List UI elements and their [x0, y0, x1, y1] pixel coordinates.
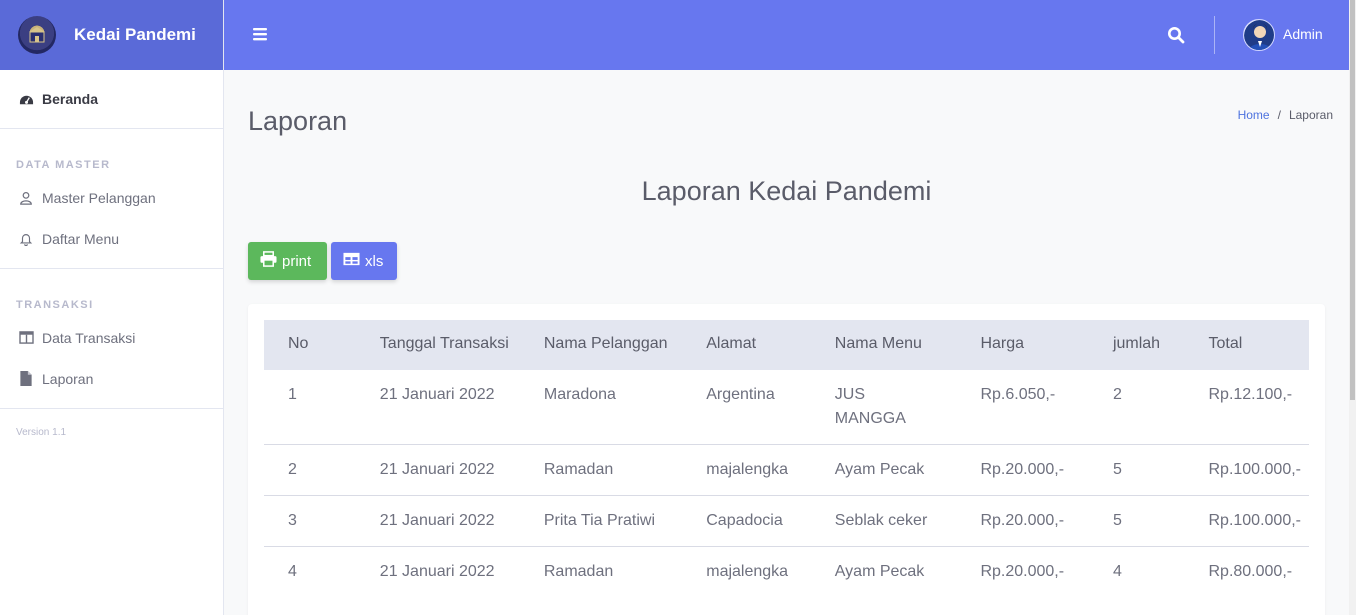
- table-cell: Rp.20.000,-: [956, 546, 1089, 597]
- nav-heading-transaksi: TRANSAKSI: [16, 299, 94, 311]
- column-header: jumlah: [1112, 335, 1161, 352]
- column-header: Alamat: [706, 335, 757, 352]
- user-icon: [18, 190, 34, 206]
- table-cell: Ramadan: [519, 444, 683, 496]
- breadcrumb: Home / Laporan: [1238, 108, 1333, 122]
- sidebar-item-label: Master Pelanggan: [42, 189, 156, 206]
- table-cell: 21 Januari 2022: [355, 495, 520, 547]
- table-cell: majalengka: [682, 444, 811, 496]
- version-label: Version 1.1: [16, 427, 67, 438]
- table-cell: Rp.6.050,-: [980, 386, 1056, 403]
- table-cell: Capadocia: [682, 495, 811, 547]
- column-header: Total: [1208, 335, 1243, 352]
- sidebar-item-beranda[interactable]: Beranda: [0, 70, 223, 128]
- table-cell: JUS MANGGA: [834, 386, 906, 427]
- table-cell: 4: [264, 546, 356, 597]
- hamburger-menu-icon[interactable]: [252, 26, 268, 47]
- table-icon: [18, 330, 34, 346]
- brand-name: Kedai Pandemi: [74, 25, 196, 44]
- breadcrumb-home-link[interactable]: Home: [1238, 108, 1270, 122]
- report-card: No Tanggal Transaksi Nama Pelanggan Alam…: [248, 304, 1325, 615]
- table-icon: [343, 252, 360, 270]
- table-cell: Rp.20.000,-: [956, 495, 1089, 547]
- sidebar-item-master-pelanggan[interactable]: Master Pelanggan: [0, 177, 223, 218]
- page-title: Laporan: [248, 106, 348, 136]
- table-cell: Ayam Pecak: [810, 444, 957, 496]
- user-name[interactable]: Admin: [1283, 26, 1323, 42]
- report-table: No Tanggal Transaksi Nama Pelanggan Alam…: [264, 320, 1309, 597]
- table-cell: 2: [1112, 386, 1122, 403]
- sidebar-item-laporan[interactable]: Laporan: [0, 358, 223, 399]
- column-header: Tanggal Transaksi: [379, 335, 509, 352]
- table-cell: Prita Tia Pratiwi: [519, 495, 683, 547]
- table-cell: Ramadan: [519, 546, 683, 597]
- xls-button-label: xls: [365, 252, 384, 270]
- file-icon: [18, 371, 34, 387]
- search-icon[interactable]: [1167, 26, 1185, 49]
- sidebar-item-data-transaksi[interactable]: Data Transaksi: [0, 317, 223, 358]
- column-header: Nama Pelanggan: [543, 335, 668, 352]
- table-cell: 21 Januari 2022: [355, 546, 520, 597]
- table-cell: Argentina: [706, 386, 775, 403]
- sidebar-item-daftar-menu[interactable]: Daftar Menu: [0, 218, 223, 259]
- table-cell: Ayam Pecak: [810, 546, 957, 597]
- table-cell: 21 Januari 2022: [355, 444, 520, 496]
- table-cell: Rp.100.000,-: [1184, 444, 1309, 496]
- avatar[interactable]: [1243, 19, 1275, 51]
- printer-icon: [260, 251, 277, 271]
- sidebar-item-label: Beranda: [42, 91, 99, 107]
- table-cell: 5: [1088, 444, 1185, 496]
- column-header: No: [288, 335, 309, 352]
- table-cell: 5: [1088, 495, 1185, 547]
- column-header: Nama Menu: [834, 335, 922, 352]
- table-cell: Rp.80.000,-: [1184, 546, 1309, 597]
- nav-heading-data-master: DATA MASTER: [16, 159, 111, 171]
- table-cell: 2: [264, 444, 356, 496]
- report-title: Laporan Kedai Pandemi: [641, 176, 932, 206]
- table-row: 1 21 Januari 2022 Maradona Argentina JUS…: [264, 370, 1309, 445]
- print-button[interactable]: print: [248, 242, 327, 280]
- table-cell: Rp.12.100,-: [1208, 386, 1293, 403]
- scrollbar-thumb[interactable]: [1350, 0, 1355, 400]
- table-cell: majalengka: [682, 546, 811, 597]
- page-scrollbar[interactable]: [1349, 0, 1356, 615]
- breadcrumb-separator: /: [1277, 108, 1281, 122]
- sidebar-item-label: Laporan: [42, 370, 94, 387]
- sidebar: Kedai Pandemi Beranda DATA MASTER Master…: [0, 0, 224, 615]
- tachometer-icon: [18, 91, 34, 107]
- bell-icon: [18, 231, 34, 247]
- table-cell: Seblak ceker: [810, 495, 957, 547]
- table-header-row: No Tanggal Transaksi Nama Pelanggan Alam…: [264, 320, 1309, 370]
- table-cell: 1: [288, 386, 297, 403]
- print-button-label: print: [282, 252, 312, 270]
- table-row: 3 21 Januari 2022 Prita Tia Pratiwi Capa…: [264, 495, 1309, 547]
- sidebar-item-label: Daftar Menu: [42, 230, 120, 247]
- table-row: 2 21 Januari 2022 Ramadan majalengka Aya…: [264, 444, 1309, 496]
- brand-logo: [18, 16, 56, 54]
- table-cell: 4: [1088, 546, 1185, 597]
- column-header: Harga: [980, 335, 1025, 352]
- sidebar-item-label: Data Transaksi: [42, 329, 136, 346]
- topbar-divider: [1214, 16, 1215, 54]
- table-cell: Rp.100.000,-: [1184, 495, 1309, 547]
- brand[interactable]: Kedai Pandemi: [0, 0, 223, 70]
- table-cell: 3: [264, 495, 356, 547]
- table-row: 4 21 Januari 2022 Ramadan majalengka Aya…: [264, 546, 1309, 597]
- table-cell: 21 Januari 2022: [379, 386, 495, 403]
- breadcrumb-current: Laporan: [1288, 108, 1333, 122]
- main-content: Laporan Home / Laporan Laporan Kedai Pan…: [224, 70, 1349, 615]
- xls-button[interactable]: xls: [331, 242, 397, 280]
- table-cell: Maradona: [543, 386, 616, 403]
- table-cell: Rp.20.000,-: [956, 444, 1089, 496]
- topbar: Admin: [224, 0, 1349, 70]
